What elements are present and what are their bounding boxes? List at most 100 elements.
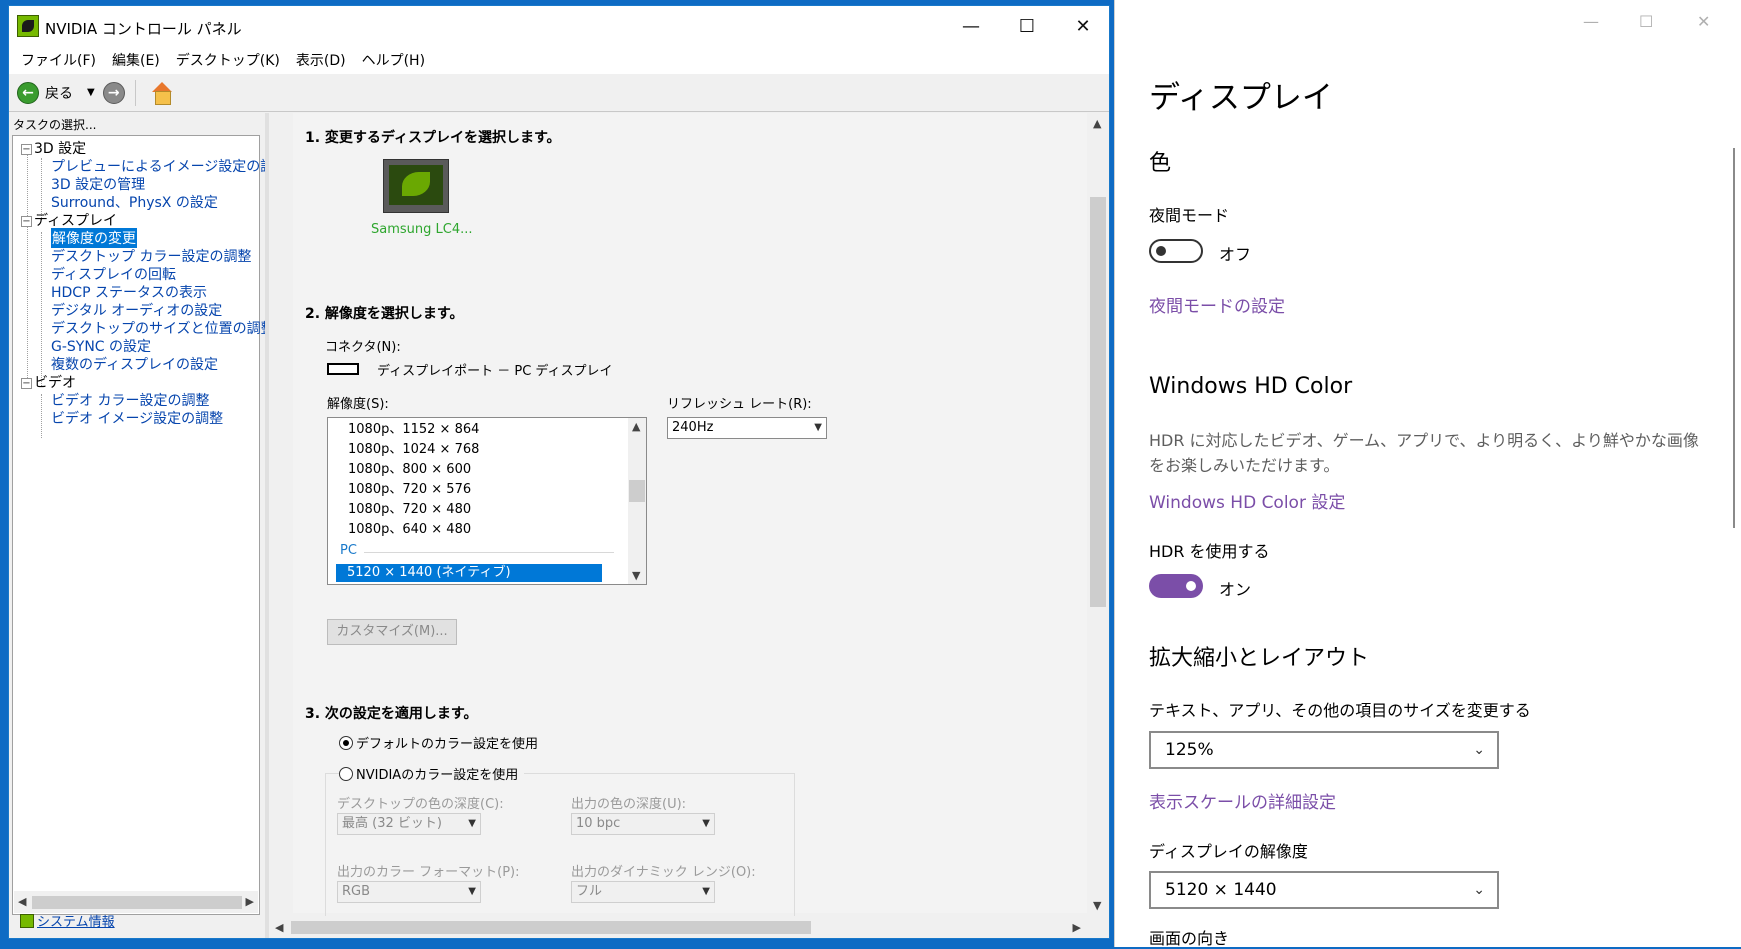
- page-title: ディスプレイ: [1149, 80, 1333, 116]
- text-size-dropdown[interactable]: 125% ⌄: [1149, 731, 1499, 769]
- collapse-icon[interactable]: −: [21, 215, 32, 227]
- output-depth-select[interactable]: 10 bpc ▼: [571, 813, 715, 835]
- scroll-up-icon[interactable]: ▲: [632, 420, 640, 433]
- tree-item-gsync[interactable]: G-SYNC の設定: [51, 336, 151, 356]
- tree-item-change-resolution[interactable]: 解像度の変更: [51, 228, 137, 248]
- scroll-left-icon[interactable]: ◀: [275, 921, 283, 934]
- hd-color-settings-link[interactable]: Windows HD Color 設定: [1149, 488, 1345, 513]
- resolution-dropdown[interactable]: 5120 × 1440 ⌄: [1149, 871, 1499, 909]
- scrollbar-thumb[interactable]: [32, 896, 242, 909]
- radio-selected-icon[interactable]: [339, 735, 353, 750]
- forward-arrow-icon[interactable]: →: [102, 81, 125, 104]
- resolution-option[interactable]: 1080p、800 × 600: [348, 458, 471, 477]
- scroll-down-icon[interactable]: ▼: [632, 569, 640, 582]
- scroll-right-icon[interactable]: ▶: [1073, 921, 1081, 934]
- menu-help[interactable]: ヘルプ(H): [354, 50, 433, 70]
- tree-group-video[interactable]: − ビデオ: [21, 372, 76, 392]
- maximize-button[interactable]: ☐: [1639, 12, 1653, 31]
- tree-item-desktop-color[interactable]: デスクトップ カラー設定の調整: [51, 246, 251, 266]
- minimize-button[interactable]: —: [1583, 12, 1599, 31]
- nvidia-info-icon: [20, 913, 34, 928]
- chevron-down-icon: ▼: [468, 886, 476, 897]
- resolution-option[interactable]: 1080p、640 × 480: [348, 518, 471, 537]
- content-vertical-scrollbar[interactable]: ▲ ▼: [1087, 113, 1109, 916]
- menu-view[interactable]: 表示(D): [288, 50, 354, 70]
- scrollbar-thumb[interactable]: [291, 921, 811, 934]
- tree-group-3d[interactable]: −3D 設定: [21, 138, 86, 158]
- menu-desktop[interactable]: デスクトップ(K): [168, 50, 288, 70]
- output-depth-label: 出力の色の深度(U):: [571, 797, 687, 812]
- tree-item-hdcp-status[interactable]: HDCP ステータスの表示: [51, 282, 207, 302]
- close-button[interactable]: ✕: [1055, 6, 1111, 46]
- tree-item-multiple-displays[interactable]: 複数のディスプレイの設定: [51, 354, 218, 374]
- collapse-icon[interactable]: −: [21, 143, 32, 155]
- content-area: 1. 変更するディスプレイを選択します。 Samsung LC4... 2. 解…: [293, 113, 1093, 933]
- tree-item-desktop-size[interactable]: デスクトップのサイズと位置の調整: [51, 318, 275, 338]
- system-info: システム情報: [20, 911, 115, 930]
- monitor-icon[interactable]: [383, 159, 449, 213]
- toolbar-divider: [134, 79, 136, 106]
- tree-item-video-color[interactable]: ビデオ カラー設定の調整: [51, 390, 209, 410]
- close-button[interactable]: ✕: [1697, 12, 1710, 31]
- system-info-link[interactable]: システム情報: [37, 911, 115, 930]
- tree-group-display[interactable]: − ディスプレイ: [21, 210, 117, 230]
- tree-item-rotate-display[interactable]: ディスプレイの回転: [51, 264, 176, 284]
- resolution-option[interactable]: 1080p、720 × 480: [348, 498, 471, 517]
- menu-file[interactable]: ファイル(F): [13, 50, 104, 70]
- scrollbar-thumb[interactable]: [1090, 197, 1106, 607]
- tree-horizontal-scrollbar[interactable]: ◀ ▶: [14, 891, 258, 913]
- scroll-down-icon[interactable]: ▼: [1093, 899, 1101, 912]
- desktop-depth-select[interactable]: 最高 (32 ビット) ▼: [337, 813, 481, 835]
- home-icon[interactable]: [150, 81, 174, 105]
- hd-color-description: HDR に対応したビデオ、ゲーム、アプリで、より明るく、より鮮やかな画像をお楽し…: [1149, 431, 1699, 475]
- back-dropdown-icon[interactable]: ▼: [87, 87, 95, 98]
- minimize-button[interactable]: —: [943, 6, 999, 46]
- resolution-option[interactable]: 1080p、1152 × 864: [348, 418, 479, 437]
- dynamic-range-select[interactable]: フル ▼: [571, 881, 715, 903]
- radio-nvidia-color[interactable]: NVIDIAのカラー設定を使用: [339, 764, 525, 783]
- group-divider: [364, 552, 614, 553]
- customize-button[interactable]: カスタマイズ(M)...: [327, 619, 457, 645]
- tree-item-manage-3d[interactable]: 3D 設定の管理: [51, 174, 145, 194]
- scroll-up-icon[interactable]: ▲: [1093, 117, 1101, 130]
- resolution-listbox[interactable]: 1080p、1152 × 864 1080p、1024 × 768 1080p、…: [327, 417, 647, 585]
- tree-connector-line: [27, 154, 28, 378]
- color-heading: 色: [1149, 151, 1172, 176]
- step1-heading: 1. 変更するディスプレイを選択します。: [305, 130, 561, 146]
- scroll-right-icon[interactable]: ▶: [246, 895, 254, 908]
- scrollbar-thumb[interactable]: [629, 480, 645, 502]
- toolbar: ← 戻る ▼ →: [9, 74, 1109, 112]
- scroll-left-icon[interactable]: ◀: [18, 895, 26, 908]
- content-horizontal-scrollbar[interactable]: ◀ ▶: [269, 916, 1087, 938]
- tree-item-preview-image[interactable]: プレビューによるイメージ設定の調整: [51, 156, 288, 176]
- collapse-icon[interactable]: −: [21, 377, 32, 389]
- advanced-scaling-link[interactable]: 表示スケールの詳細設定: [1149, 788, 1336, 813]
- night-mode-toggle[interactable]: [1149, 239, 1203, 263]
- dynamic-range-label: 出力のダイナミック レンジ(O):: [571, 865, 756, 880]
- color-format-select[interactable]: RGB ▼: [337, 881, 481, 903]
- window-title: NVIDIA コントロール パネル: [45, 20, 242, 38]
- resolution-scrollbar[interactable]: ▲ ▼: [628, 418, 646, 584]
- radio-default-color[interactable]: デフォルトのカラー設定を使用: [339, 733, 538, 752]
- monitor-label[interactable]: Samsung LC4...: [371, 222, 473, 237]
- settings-scrollbar[interactable]: [1733, 148, 1735, 528]
- night-mode-settings-link[interactable]: 夜間モードの設定: [1149, 292, 1285, 317]
- resolution-option-selected[interactable]: 5120 × 1440 (ネイティブ): [336, 564, 602, 582]
- maximize-button[interactable]: ☐: [999, 6, 1055, 46]
- night-mode-label: 夜間モード: [1149, 206, 1230, 225]
- content-pane: 1. 変更するディスプレイを選択します。 Samsung LC4... 2. 解…: [269, 113, 1109, 938]
- title-bar: NVIDIA コントロール パネル — ☐ ✕: [9, 6, 1109, 46]
- menu-edit[interactable]: 編集(E): [104, 50, 168, 70]
- back-arrow-icon[interactable]: ←: [17, 81, 39, 104]
- resolution-option[interactable]: 1080p、1024 × 768: [348, 438, 479, 457]
- nvidia-control-panel-window: NVIDIA コントロール パネル — ☐ ✕ ファイル(F) 編集(E) デス…: [8, 5, 1110, 939]
- tree-item-surround-physx[interactable]: Surround、PhysX の設定: [51, 192, 218, 212]
- back-button-label[interactable]: 戻る: [45, 83, 73, 103]
- tree-item-video-image[interactable]: ビデオ イメージ設定の調整: [51, 408, 223, 428]
- refresh-rate-select[interactable]: 240Hz ▼: [667, 417, 827, 439]
- radio-unselected-icon[interactable]: [339, 766, 353, 781]
- task-pane: タスクの選択... −3D 設定 プレビューによるイメージ設定の調整 3D 設定…: [9, 113, 288, 938]
- tree-item-digital-audio[interactable]: デジタル オーディオの設定: [51, 300, 222, 320]
- resolution-option[interactable]: 1080p、720 × 576: [348, 478, 471, 497]
- hdr-toggle[interactable]: [1149, 574, 1203, 598]
